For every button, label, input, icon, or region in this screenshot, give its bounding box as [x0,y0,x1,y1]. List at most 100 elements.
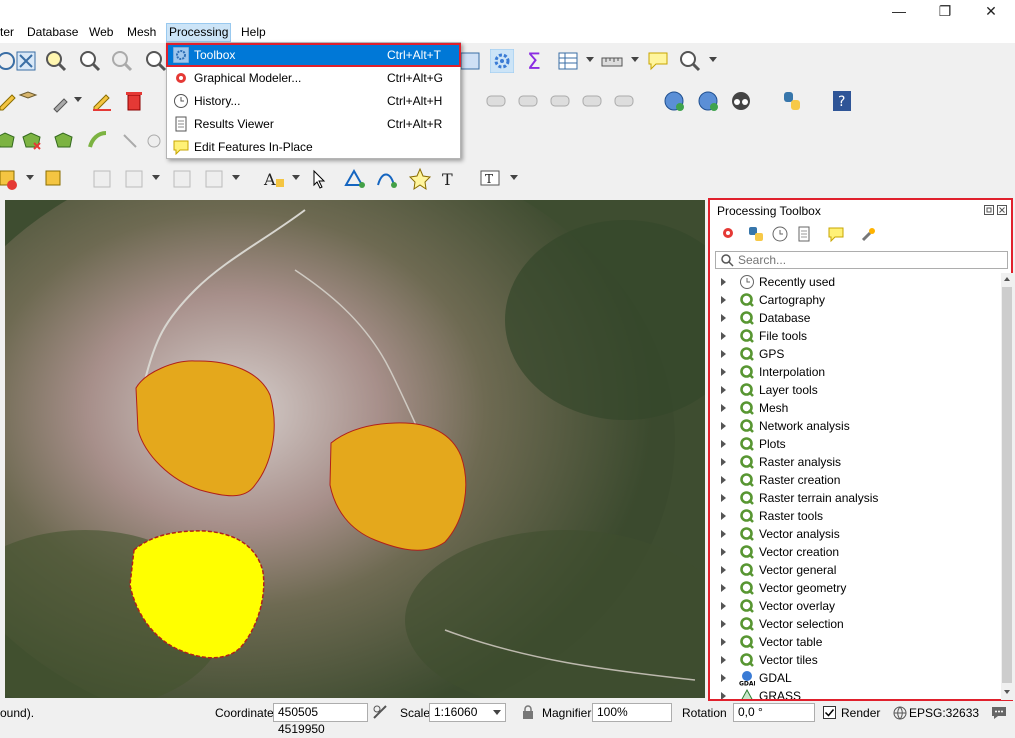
wms-globe-icon[interactable] [662,89,686,113]
expand-arrow-icon[interactable] [721,296,726,304]
expand-arrow-icon[interactable] [721,440,726,448]
expand-arrow-icon[interactable] [721,656,726,664]
menu-processing[interactable]: Processing [166,23,232,42]
coordinate-toggle-icon[interactable] [372,704,389,721]
tree-item[interactable]: File tools [713,327,999,345]
history-icon[interactable] [771,225,789,243]
run-algorithm-icon[interactable] [720,225,738,243]
attribute-table-icon[interactable] [556,49,580,73]
select-arrow-icon[interactable] [308,167,332,191]
zoom-to-selection-icon[interactable] [44,49,68,73]
menu-item-history[interactable]: History... Ctrl+Alt+H [167,90,460,112]
split-parts-icon[interactable] [142,129,166,153]
tree-item[interactable]: Vector analysis [713,525,999,543]
label-tool-icon[interactable] [484,89,508,113]
zoom-last-icon[interactable] [144,49,168,73]
tree-item[interactable]: Vector general [713,561,999,579]
tree-item[interactable]: Vector overlay [713,597,999,615]
offset-curve-icon[interactable] [86,129,110,153]
map-canvas[interactable] [5,200,705,698]
add-vertex-icon[interactable] [342,167,366,191]
metasearch-icon[interactable] [729,89,753,113]
crs-label[interactable]: EPSG:32633 [909,706,979,720]
menu-web[interactable]: Web [87,24,115,41]
python-scripts-icon[interactable] [747,225,765,243]
tree-item[interactable]: Vector selection [713,615,999,633]
tree-item[interactable]: Raster analysis [713,453,999,471]
crs-globe-icon[interactable] [893,706,907,720]
merge-attributes-icon[interactable] [202,167,226,191]
label-text-icon[interactable]: A [262,167,286,191]
tree-item[interactable]: Interpolation [713,363,999,381]
locator-dropdown[interactable] [709,57,717,62]
tree-item[interactable]: Database [713,309,999,327]
expand-arrow-icon[interactable] [721,404,726,412]
lock-icon[interactable] [521,705,535,720]
rotate-feature-icon[interactable] [90,167,114,191]
tree-item[interactable]: Vector tiles [713,651,999,669]
tree-scrollbar[interactable] [1001,273,1013,700]
reshape-icon[interactable] [52,129,76,153]
menu-item-results-viewer[interactable]: Results Viewer Ctrl+Alt+R [167,113,460,135]
tree-item[interactable]: GPS [713,345,999,363]
results-viewer-icon[interactable] [795,225,813,243]
tree-item[interactable]: Mesh [713,399,999,417]
close-button[interactable]: ✕ [968,0,1014,22]
menu-raster[interactable]: ter [0,24,16,41]
tree-item[interactable]: GRASS [713,687,999,699]
expand-arrow-icon[interactable] [721,476,726,484]
label-pin-icon[interactable] [516,89,540,113]
messages-icon[interactable] [991,705,1007,720]
edit-pencil-icon[interactable] [90,89,114,113]
label-show-icon[interactable] [548,89,572,113]
expand-arrow-icon[interactable] [721,314,726,322]
minimize-button[interactable]: — [876,0,922,22]
tree-item[interactable]: Plots [713,435,999,453]
processing-toolbox-icon[interactable] [490,49,514,73]
label-move-icon[interactable] [580,89,604,113]
identify-icon[interactable] [458,49,482,73]
tree-item[interactable]: Raster creation [713,471,999,489]
tree-item[interactable]: Layer tools [713,381,999,399]
scroll-up-icon[interactable] [1003,275,1011,283]
digitize-dropdown[interactable] [74,97,82,102]
rotation-field[interactable]: 0,0 ° [733,703,815,722]
tree-item[interactable]: Vector creation [713,543,999,561]
expand-arrow-icon[interactable] [721,278,726,286]
simplify-icon[interactable] [122,167,146,191]
zoom-to-layer-icon[interactable] [78,49,102,73]
split-features-icon[interactable] [118,129,142,153]
expand-arrow-icon[interactable] [721,332,726,340]
map-tips-icon[interactable] [646,49,670,73]
merge-features-icon[interactable] [170,167,194,191]
select-dropdown[interactable] [26,175,34,180]
menu-item-toolbox[interactable]: Toolbox Ctrl+Alt+T [166,43,461,67]
menu-item-graphical-modeler[interactable]: Graphical Modeler... Ctrl+Alt+G [167,67,460,89]
magnifier-field[interactable]: 100% [592,703,672,722]
expand-arrow-icon[interactable] [721,638,726,646]
expand-arrow-icon[interactable] [721,494,726,502]
expand-arrow-icon[interactable] [721,692,726,699]
toolbox-search-input[interactable] [738,252,998,268]
zoom-full-icon[interactable] [14,49,38,73]
options-wrench-icon[interactable] [860,225,878,243]
tree-item[interactable]: GDAL GDAL [713,669,999,687]
expand-arrow-icon[interactable] [721,386,726,394]
tree-item[interactable]: Raster tools [713,507,999,525]
label-dropdown[interactable] [292,175,300,180]
expand-arrow-icon[interactable] [721,566,726,574]
menu-help[interactable]: Help [239,24,268,41]
restore-button[interactable]: ❐ [922,0,968,22]
curve-vertex-icon[interactable] [374,167,398,191]
edit-features-in-place-icon[interactable] [827,225,845,243]
menu-mesh[interactable]: Mesh [125,24,158,41]
select-by-value-icon[interactable] [42,167,66,191]
wfs-globe-icon[interactable] [696,89,720,113]
expand-arrow-icon[interactable] [721,512,726,520]
expand-arrow-icon[interactable] [721,458,726,466]
expand-arrow-icon[interactable] [721,602,726,610]
expand-arrow-icon[interactable] [721,620,726,628]
statistics-sigma-icon[interactable]: Σ [523,49,547,73]
tree-item[interactable]: Cartography [713,291,999,309]
toggle-edit-icon[interactable] [16,89,40,113]
